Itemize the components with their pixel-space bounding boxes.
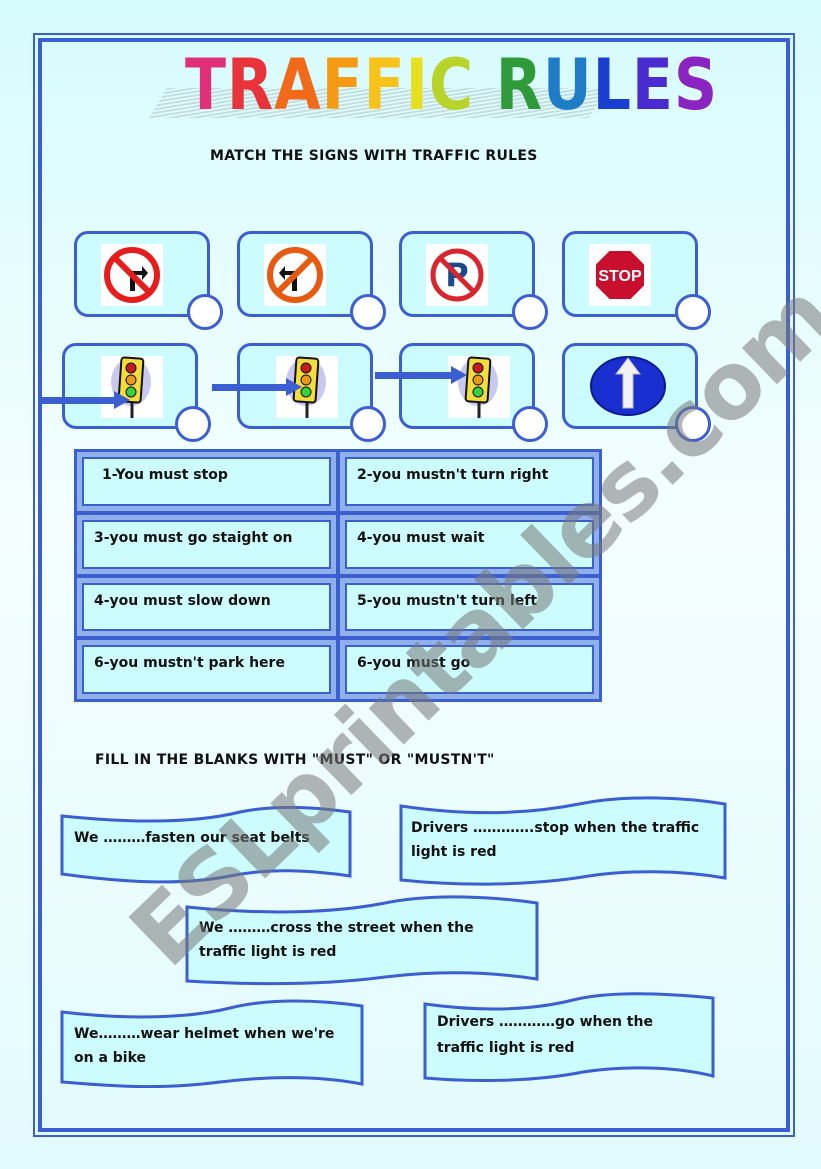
pointer-arrow-red (375, 366, 467, 384)
sentence-line: traffic light is red (437, 1040, 575, 1056)
answer-circle[interactable] (350, 294, 386, 330)
rule-cell: 1-You must stop (77, 452, 336, 511)
answer-circle[interactable] (675, 294, 711, 330)
sentence-line: We………wear helmet when we're (74, 1026, 335, 1042)
title-letter: I (405, 44, 429, 126)
title-letter: L (592, 44, 632, 126)
title-letter: U (542, 44, 593, 126)
title-letter: F (321, 44, 364, 126)
sign-card-red-light (399, 343, 548, 442)
title-letter: F (363, 44, 406, 126)
rule-cell: 6-you mustn't park here (77, 640, 336, 699)
answer-circle[interactable] (187, 294, 223, 330)
no-left-turn-sign-icon (264, 244, 326, 306)
section-heading-match: MATCH THE SIGNS WITH TRAFFIC RULES (210, 148, 538, 164)
sign-card-green-light (62, 343, 211, 442)
title-letter: C (428, 44, 474, 126)
title-letter: T (185, 44, 227, 126)
svg-text:STOP: STOP (598, 268, 642, 285)
rule-cell: 3-you must go staight on (77, 514, 336, 574)
title-letter: E (631, 44, 674, 126)
answer-circle[interactable] (175, 406, 211, 442)
pointer-arrow-green (40, 391, 130, 409)
sentence-line: light is red (411, 844, 497, 860)
sign-card-no-parking: P (399, 231, 548, 330)
pointer-arrow-amber (212, 378, 302, 396)
answer-circle[interactable] (512, 406, 548, 442)
sign-card-no-left-turn (237, 231, 386, 330)
title-text: TRAFFIC RULES (185, 44, 718, 126)
traffic-light-green-icon (101, 356, 163, 418)
title-letter: R (495, 44, 543, 126)
sign-card-no-right-turn (74, 231, 223, 330)
stop-sign-icon: STOP (589, 244, 651, 306)
sentence-banner: Drivers ………….stop when the traffic light… (399, 796, 727, 888)
title-letter: A (274, 44, 322, 126)
title-letter: S (673, 44, 719, 126)
answer-circle[interactable] (350, 406, 386, 442)
sentence-line: Drivers …………go when the (437, 1014, 653, 1030)
worksheet-title: TRAFFIC RULES (149, 40, 717, 130)
sentence-banner: Drivers …………go when the traffic light is… (423, 992, 715, 1082)
title-letter: R (226, 44, 275, 126)
sign-card-stop: STOP (562, 231, 711, 330)
sentence-line: Drivers ………….stop when the traffic (411, 820, 700, 836)
no-right-turn-sign-icon (101, 244, 163, 306)
title-letter (474, 44, 496, 126)
sentence-banner: We………wear helmet when we're on a bike (60, 998, 364, 1088)
answer-circle[interactable] (512, 294, 548, 330)
sentence-line: on a bike (74, 1050, 147, 1066)
no-parking-sign-icon: P (426, 244, 488, 306)
rule-cell: 4-you must slow down (77, 577, 336, 637)
